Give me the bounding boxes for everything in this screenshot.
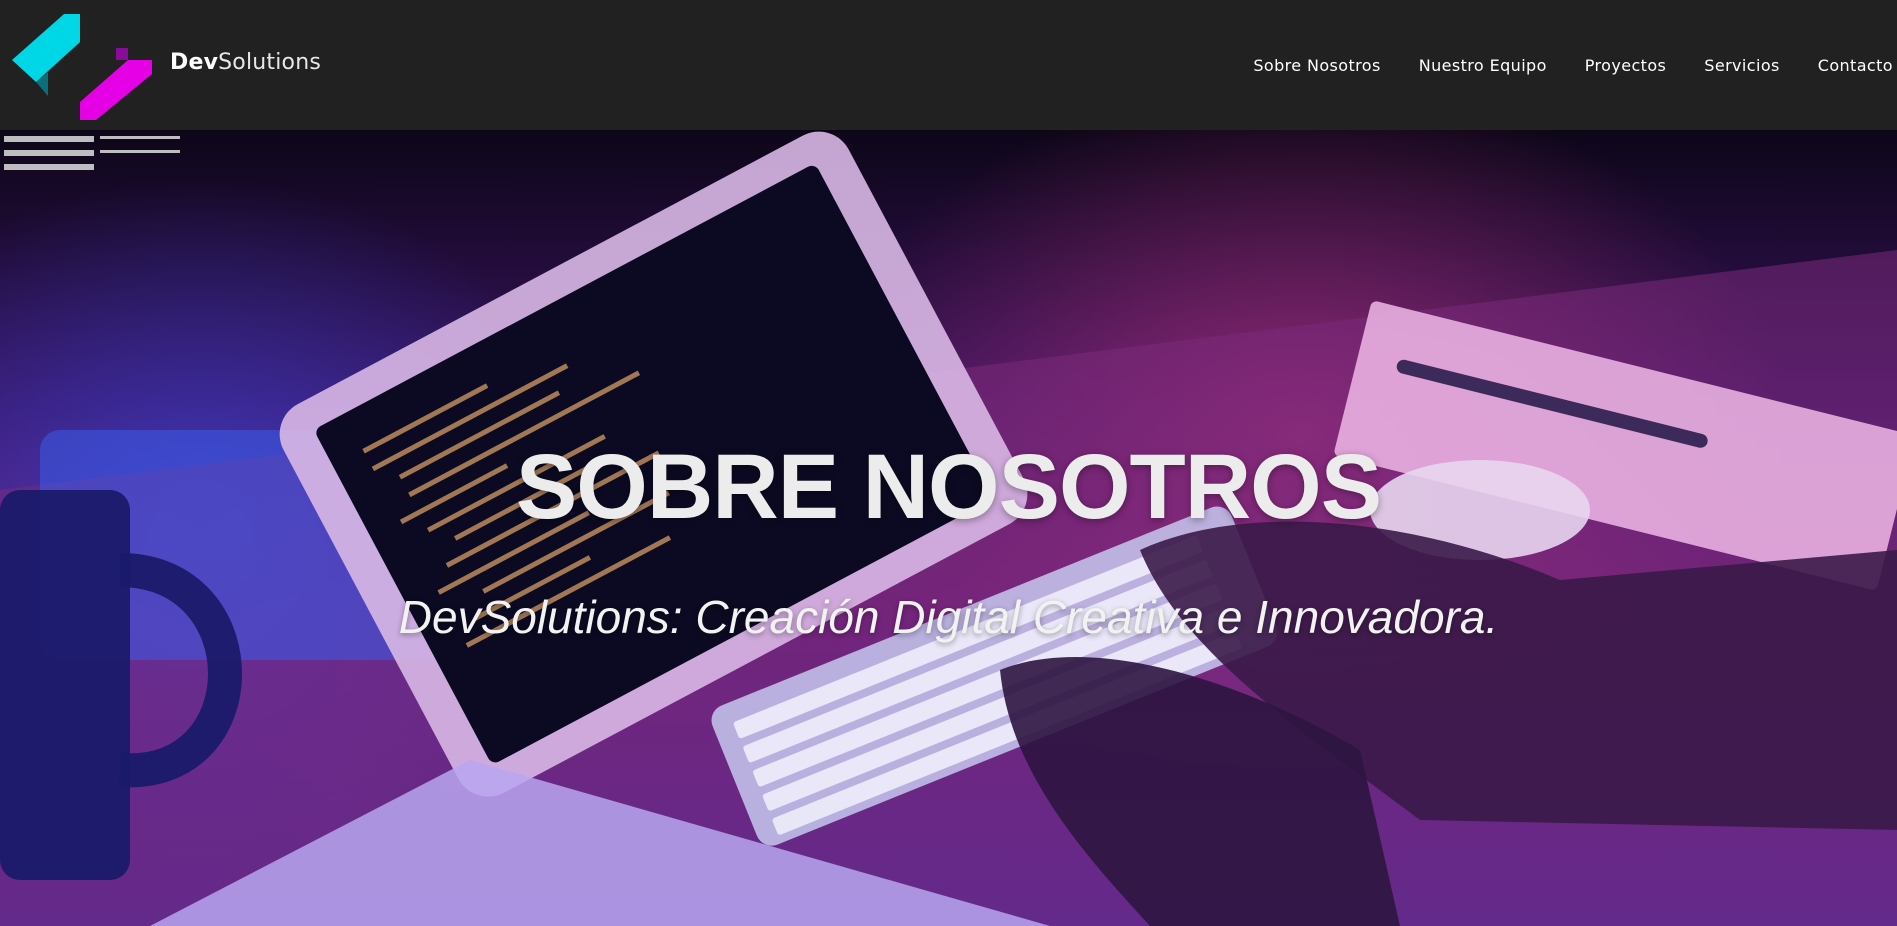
site-header: DevSolutions Sobre Nosotros Nuestro Equi…	[0, 0, 1897, 130]
hero-title: SOBRE NOSOTROS	[515, 436, 1382, 538]
hero-banner: SOBRE NOSOTROS DevSolutions: Creación Di…	[0, 130, 1897, 926]
brand-name-bold: Dev	[170, 50, 219, 75]
nav-servicios[interactable]: Servicios	[1704, 56, 1779, 75]
nav-sobre-nosotros[interactable]: Sobre Nosotros	[1253, 56, 1380, 75]
main-nav: Sobre Nosotros Nuestro Equipo Proyectos …	[1215, 56, 1893, 75]
nav-proyectos[interactable]: Proyectos	[1585, 56, 1667, 75]
nav-contacto[interactable]: Contacto	[1818, 56, 1893, 75]
brand-name-light: Solutions	[218, 50, 322, 75]
devsolutions-logo-icon[interactable]	[8, 12, 158, 120]
brand-name[interactable]: DevSolutions	[170, 50, 321, 75]
nav-nuestro-equipo[interactable]: Nuestro Equipo	[1419, 56, 1547, 75]
hero-subtitle: DevSolutions: Creación Digital Creativa …	[398, 591, 1499, 643]
